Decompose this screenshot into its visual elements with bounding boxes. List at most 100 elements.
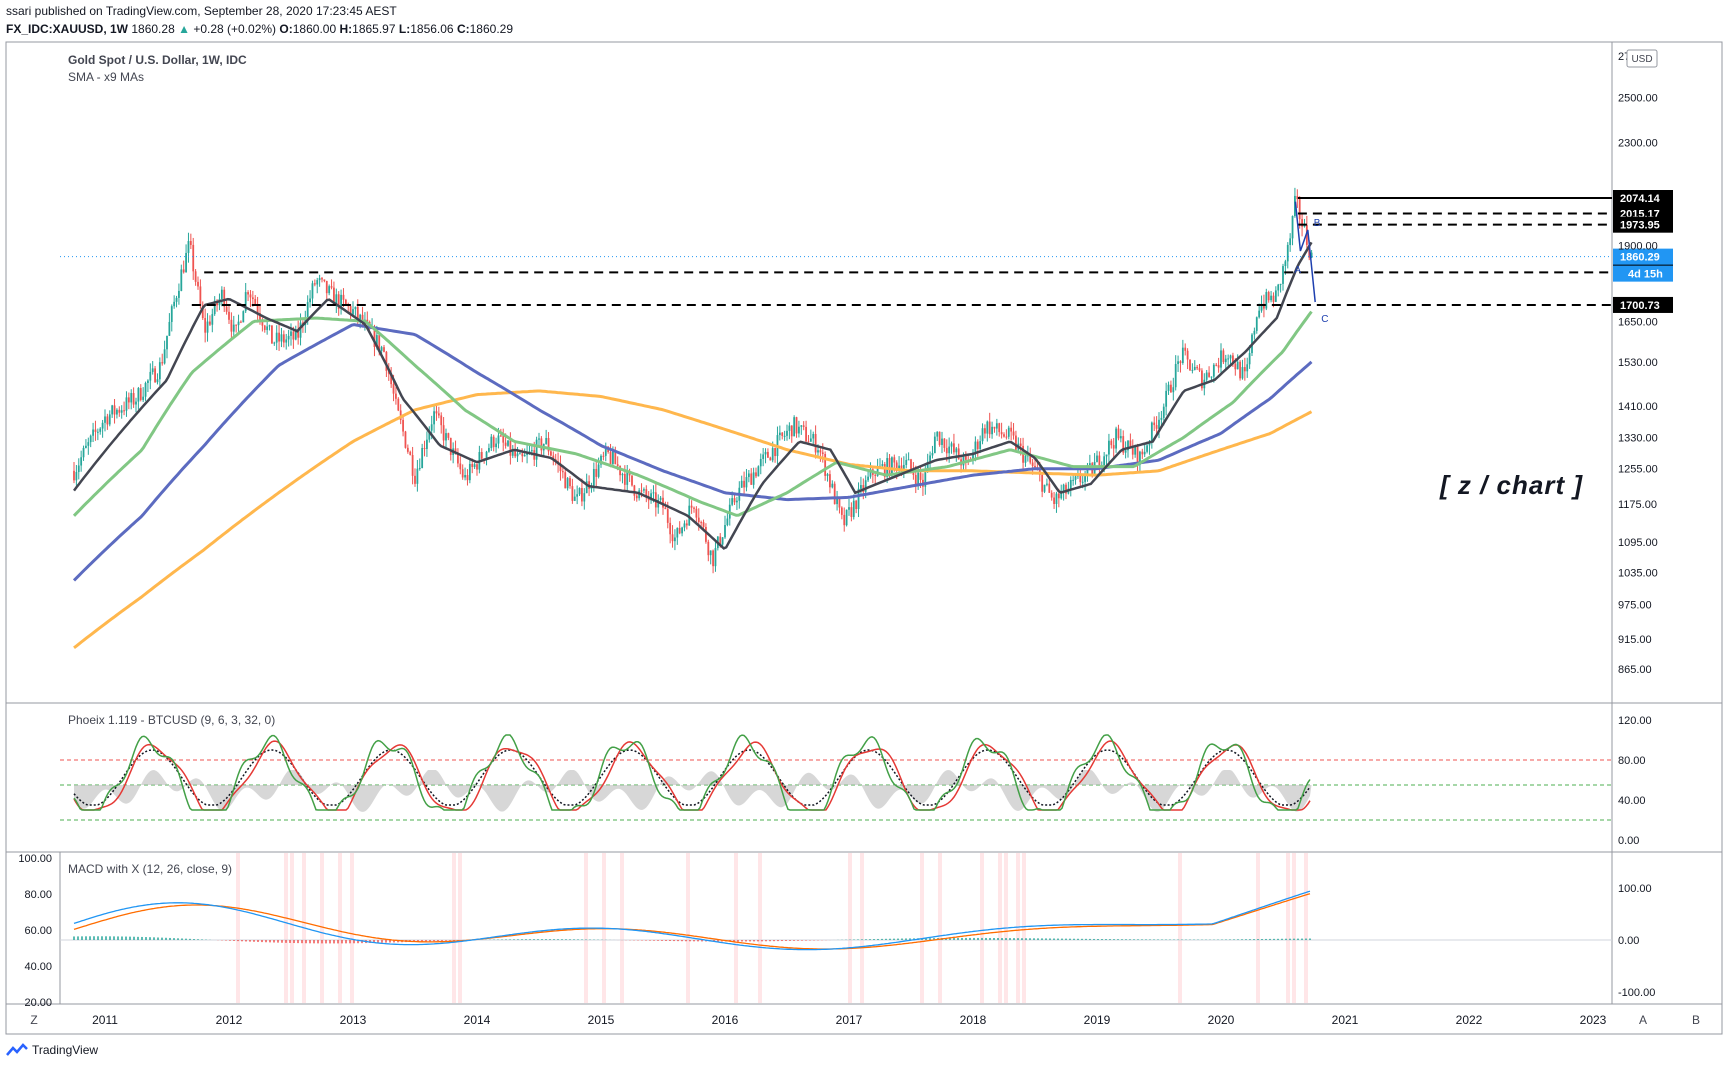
candle-body [182,269,185,273]
candle-body [867,476,869,481]
candle-body [905,459,908,465]
candle-body [709,550,712,556]
candle-body [1224,358,1227,363]
x-tick-label: 2022 [1456,1013,1483,1027]
candle-body [635,495,638,499]
candle-body [1243,367,1246,372]
chart-canvas[interactable]: 2074.142015.171973.951806.551700.731860.… [0,0,1729,1071]
candle-body [96,431,99,433]
candle-body [783,435,786,437]
candle-body [147,380,149,383]
goto-start-button[interactable]: Z [30,1013,37,1027]
candle-body [569,478,571,487]
candle-body [409,451,412,456]
candle-body [461,469,464,478]
candle-body [755,472,757,477]
candle-body [1198,368,1201,371]
candle-body [693,507,695,509]
candle-body [1208,372,1210,377]
candle-body [581,488,583,502]
candle-body [845,509,848,526]
footer-brand[interactable]: TradingView [32,1043,98,1057]
candle-body [426,439,428,449]
candle-body [1034,465,1036,468]
candle-body [290,331,292,336]
macd-bg-stripe [284,853,288,1003]
b-button[interactable]: B [1692,1013,1700,1027]
macd-bg-stripe [1016,853,1020,1003]
candle-body [640,490,643,492]
candle-body [609,452,612,464]
candle-body [991,426,993,435]
y-tick-label: 975.00 [1618,600,1652,612]
candle-body [821,452,824,455]
candle-body [263,325,266,331]
candle-body [1043,484,1046,492]
candle-body [154,368,156,383]
candle-body [101,422,104,429]
candle-body [1012,431,1015,436]
candle-body [1284,261,1287,267]
candle-body [480,452,483,459]
candle-body [561,471,564,473]
candle-body [914,474,917,485]
auto-scale-button[interactable]: A [1639,1013,1647,1027]
candle-body [602,455,605,457]
candle-body [545,437,548,444]
candle-body [1174,364,1177,388]
candle-body [669,522,672,535]
candle-body [499,435,502,437]
candle-body [113,405,116,415]
candle-body [1003,434,1005,437]
candle-body [473,464,476,467]
candle-body [1105,454,1108,457]
candle-body [957,448,960,460]
candle-body [941,438,943,445]
candle-body [676,527,679,538]
candle-body [1153,422,1156,426]
candle-body [1274,290,1277,302]
candle-body [1069,480,1072,489]
candle-body [1272,295,1275,302]
candle-body [442,425,445,441]
x-tick-label: 2019 [1084,1013,1111,1027]
candle-body [974,441,977,453]
candle-body [1227,358,1230,360]
y-tick-label: 1530.00 [1618,357,1658,369]
candle-body [144,382,147,397]
candle-body [406,447,409,452]
candle-body [943,438,946,448]
candle-body [206,321,209,333]
macd-title: MACD with X (12, 26, close, 9) [68,862,232,876]
candle-body [197,281,199,287]
candle-body [931,453,934,456]
candle-body [151,368,154,372]
candle-body [1110,440,1113,446]
candle-body [166,335,168,350]
phoeix-tick-label: 80.00 [1618,755,1646,767]
candle-body [986,421,989,434]
candle-body [285,339,288,343]
candle-body [380,347,383,351]
candle-body [1267,292,1270,301]
candle-body [1129,440,1132,447]
candle-body [163,349,166,364]
candle-body [874,474,877,476]
candle-body [519,453,521,455]
candle-body [1170,384,1172,393]
candle-body [917,472,920,485]
candle-body [495,443,497,448]
candle-body [953,443,955,453]
candle-body [240,321,242,323]
candle-body [440,415,443,426]
candle-body [342,294,345,300]
candle-body [1007,427,1010,437]
candle-body [106,416,109,425]
candle-body [464,475,466,478]
macd-bg-stripe [1256,853,1260,1003]
candle-body [807,441,810,443]
phoeix-green-line [73,734,1311,811]
candle-body [1220,350,1222,368]
candle-body [781,432,784,436]
footer: TradingView [6,1043,98,1057]
